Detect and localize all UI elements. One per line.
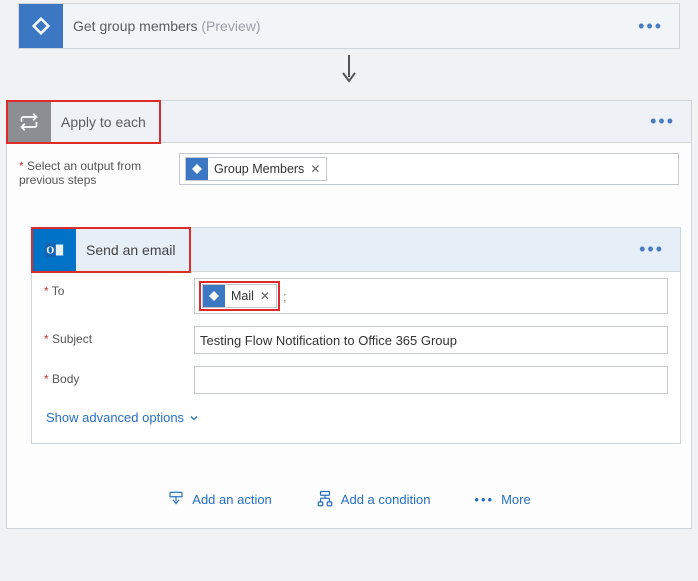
select-output-label: * Select an output from previous steps xyxy=(19,153,169,187)
apply-title: Apply to each xyxy=(51,114,160,130)
footer-actions: Add an action Add a condition ••• More xyxy=(7,444,691,518)
add-action-button[interactable]: Add an action xyxy=(167,490,272,508)
to-row: * To Mail ✕ ; xyxy=(32,272,680,320)
token-label: Mail xyxy=(231,289,254,303)
apply-to-each-container: Apply to each ••• * Select an output fro… xyxy=(6,100,692,529)
to-input[interactable]: Mail ✕ ; xyxy=(194,278,668,314)
add-condition-button[interactable]: Add a condition xyxy=(316,490,431,508)
add-condition-icon xyxy=(316,490,334,508)
step-get-group-members[interactable]: Get group members (Preview) ••• xyxy=(18,3,680,49)
loop-icon xyxy=(7,100,51,144)
show-advanced-link[interactable]: Show advanced options xyxy=(32,400,680,443)
to-trailing-text: ; xyxy=(283,289,287,304)
azure-ad-icon xyxy=(203,285,225,307)
select-output-input[interactable]: Group Members ✕ xyxy=(179,153,679,185)
subject-label: * Subject xyxy=(44,326,184,346)
body-text[interactable] xyxy=(200,373,662,388)
token-mail[interactable]: Mail ✕ xyxy=(202,284,277,308)
send-email-header[interactable]: O Send an email ••• xyxy=(32,228,680,272)
outlook-icon: O xyxy=(32,228,76,272)
svg-text:O: O xyxy=(46,245,54,256)
email-title: Send an email xyxy=(76,242,190,258)
apply-menu-button[interactable]: ••• xyxy=(644,111,681,132)
body-label: * Body xyxy=(44,366,184,386)
subject-input[interactable] xyxy=(194,326,668,354)
preview-label: (Preview) xyxy=(201,18,260,34)
token-label: Group Members xyxy=(214,162,304,176)
azure-ad-icon xyxy=(186,158,208,180)
to-label: * To xyxy=(44,278,184,298)
body-input[interactable] xyxy=(194,366,668,394)
step-menu-button[interactable]: ••• xyxy=(632,16,669,37)
more-button[interactable]: ••• More xyxy=(474,490,530,508)
remove-token-icon[interactable]: ✕ xyxy=(260,289,270,303)
step-title: Get group members (Preview) xyxy=(63,18,632,34)
body-row: * Body xyxy=(32,360,680,400)
step-send-email: O Send an email ••• * To Mail xyxy=(31,227,681,444)
remove-token-icon[interactable]: ✕ xyxy=(310,162,320,176)
select-output-row: * Select an output from previous steps G… xyxy=(7,143,691,197)
email-menu-button[interactable]: ••• xyxy=(633,239,670,260)
apply-to-each-header[interactable]: Apply to each ••• xyxy=(7,101,691,143)
subject-text[interactable] xyxy=(200,333,662,348)
ellipsis-icon: ••• xyxy=(474,492,494,507)
subject-row: * Subject xyxy=(32,320,680,360)
chevron-down-icon xyxy=(188,412,200,424)
add-action-icon xyxy=(167,490,185,508)
azure-ad-icon xyxy=(19,4,63,48)
flow-arrow-icon xyxy=(0,49,698,100)
token-group-members[interactable]: Group Members ✕ xyxy=(185,157,327,181)
